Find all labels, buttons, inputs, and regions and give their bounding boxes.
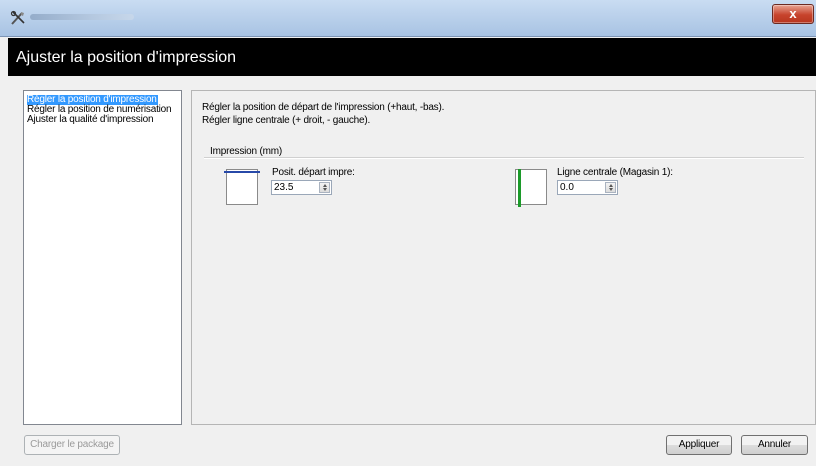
page-center-line-icon bbox=[515, 169, 547, 207]
spin-up-icon[interactable] bbox=[609, 184, 613, 187]
page-title: Ajuster la position d'impression bbox=[16, 49, 237, 66]
center-line-spin-buttons[interactable] bbox=[605, 182, 616, 193]
spin-down-icon[interactable] bbox=[609, 188, 613, 191]
nav-list[interactable]: Régler la position d'impression Régler l… bbox=[23, 90, 182, 425]
load-package-button[interactable]: Charger le package bbox=[24, 435, 120, 455]
start-position-label: Posit. départ impre: bbox=[272, 167, 355, 178]
description-line-1: Régler la position de départ de l'impres… bbox=[202, 102, 445, 113]
dialog-window: x Ajuster la position d'impression Régle… bbox=[0, 0, 816, 466]
start-position-value[interactable]: 23.5 bbox=[274, 182, 293, 193]
description-line-2: Régler ligne centrale (+ droit, - gauche… bbox=[202, 115, 371, 126]
tools-icon bbox=[10, 10, 25, 25]
spin-down-icon[interactable] bbox=[323, 188, 327, 191]
title-bar[interactable]: x bbox=[0, 0, 816, 37]
header-bar: Ajuster la position d'impression bbox=[8, 38, 816, 76]
cancel-button[interactable]: Annuler bbox=[741, 435, 808, 455]
center-line-spinbox[interactable]: 0.0 bbox=[557, 180, 618, 195]
window-title-blurred bbox=[30, 14, 134, 20]
spin-up-icon[interactable] bbox=[323, 184, 327, 187]
settings-panel: Régler la position de départ de l'impres… bbox=[191, 90, 816, 425]
top-margin-line bbox=[224, 171, 260, 173]
center-line-marker bbox=[518, 169, 521, 207]
nav-item-print-quality[interactable]: Ajuster la qualité d'impression bbox=[27, 115, 154, 125]
start-position-spinbox[interactable]: 23.5 bbox=[271, 180, 332, 195]
center-line-label: Ligne centrale (Magasin 1): bbox=[557, 167, 673, 178]
page-top-margin-icon bbox=[224, 169, 260, 205]
center-line-value[interactable]: 0.0 bbox=[560, 182, 574, 193]
close-button[interactable]: x bbox=[772, 4, 814, 24]
apply-button[interactable]: Appliquer bbox=[666, 435, 732, 455]
group-divider bbox=[204, 157, 804, 158]
group-label: Impression (mm) bbox=[210, 146, 283, 157]
start-position-spin-buttons[interactable] bbox=[319, 182, 330, 193]
